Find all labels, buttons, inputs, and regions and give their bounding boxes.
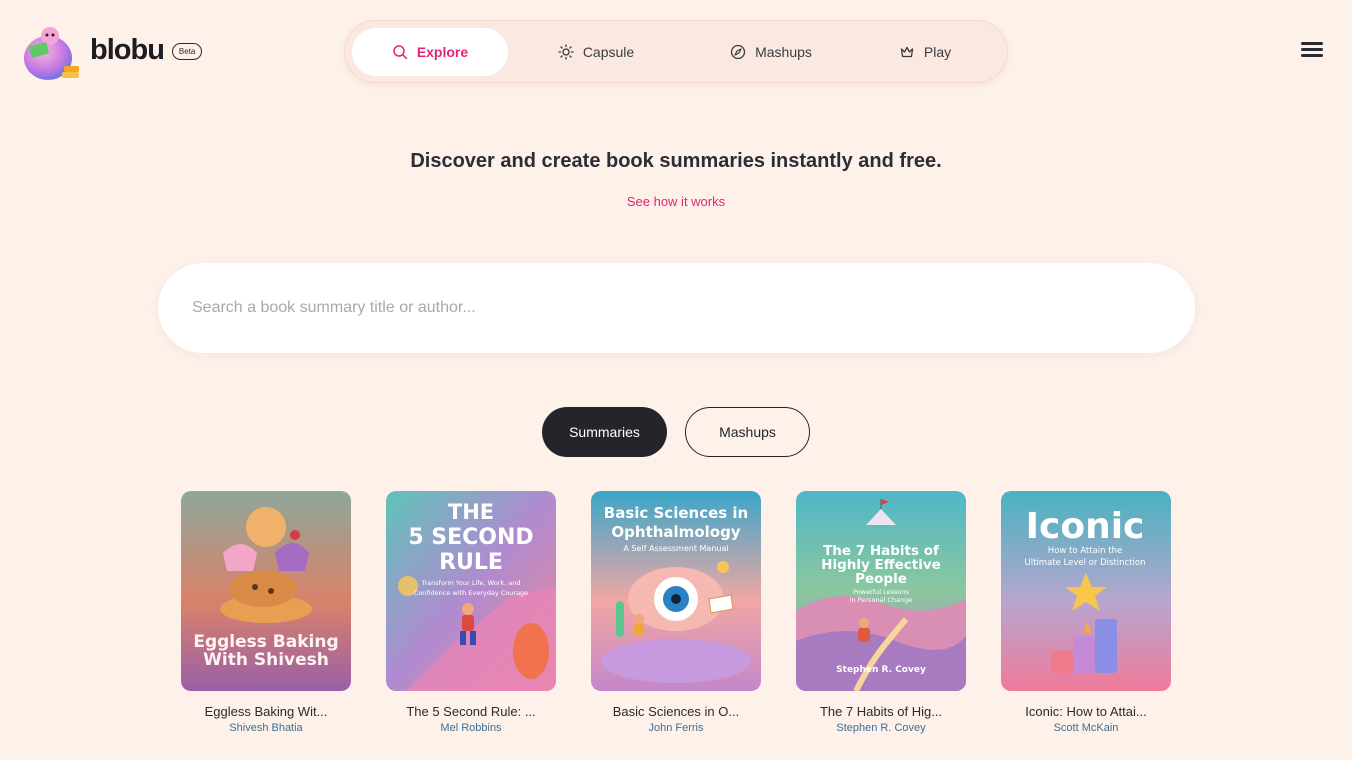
crown-icon	[900, 46, 914, 57]
nav-tab-label: Play	[923, 43, 952, 60]
book-cover: Eggless Baking With Shivesh	[181, 491, 351, 691]
cover-subtitle: Ultimate Level or Distinction	[1025, 558, 1146, 568]
book-title: Iconic: How to Attai...	[1025, 704, 1147, 719]
book-card[interactable]: Iconic How to Attain the Ultimate Level …	[1001, 491, 1171, 734]
nav-tab-label: Explore	[416, 43, 469, 60]
logo[interactable]: blobu Beta	[20, 22, 203, 84]
header: blobu Beta Explore Capsule Mashups Play	[0, 0, 1352, 104]
blob-mascot-icon	[24, 27, 79, 80]
book-cover: THE 5 SECOND RULE Transform Your Life, W…	[386, 491, 556, 691]
book-title: The 7 Habits of Hig...	[819, 704, 943, 719]
main-nav: Explore Capsule Mashups Play	[344, 20, 1008, 83]
cover-title-line: Ophthalmology	[611, 523, 740, 541]
cover-subtitle: Powerful Lessons	[853, 588, 909, 596]
book-cover: The 7 Habits of Highly Effective People …	[796, 491, 966, 691]
cover-title-line: With Shivesh	[203, 650, 329, 670]
cover-author: Stephen R. Covey	[836, 665, 926, 675]
cover-subtitle: Transform Your Life, Work, and	[420, 579, 520, 587]
see-how-it-works-link[interactable]: See how it works	[627, 194, 725, 209]
cover-title-line: RULE	[439, 550, 503, 575]
book-author: Stephen R. Covey	[836, 722, 926, 734]
summaries-toggle-button[interactable]: Summaries	[542, 407, 667, 457]
nav-tab-capsule[interactable]: Capsule	[508, 28, 684, 76]
nav-tab-play[interactable]: Play	[858, 28, 992, 76]
cover-title-line: Iconic	[1026, 506, 1145, 547]
nav-tab-label: Mashups	[755, 43, 812, 60]
search-icon	[393, 44, 408, 59]
book-cover: Iconic How to Attain the Ultimate Level …	[1001, 491, 1171, 691]
book-card[interactable]: The 7 Habits of Highly Effective People …	[796, 491, 966, 734]
book-title: Basic Sciences in O...	[612, 704, 740, 719]
book-card[interactable]: THE 5 SECOND RULE Transform Your Life, W…	[386, 491, 556, 734]
nav-tab-label: Capsule	[582, 43, 635, 60]
cover-subtitle: How to Attain the	[1048, 546, 1122, 556]
book-author: John Ferris	[648, 722, 704, 734]
cover-title-line: THE	[448, 500, 494, 524]
book-card[interactable]: Basic Sciences in Ophthalmology A Self A…	[591, 491, 761, 734]
page-headline: Discover and create book summaries insta…	[410, 150, 942, 172]
search-bar	[158, 263, 1195, 353]
beta-badge: Beta	[171, 42, 203, 60]
nav-tab-explore[interactable]: Explore	[352, 27, 508, 76]
how-it-works-container: See how it works	[0, 194, 1352, 209]
cover-subtitle: in Personal Change	[850, 596, 913, 604]
mashups-toggle-button[interactable]: Mashups	[685, 407, 810, 457]
sun-icon	[558, 43, 574, 60]
cover-subtitle: A Self Assessment Manual	[623, 544, 728, 553]
compass-icon	[730, 44, 746, 59]
book-author: Scott McKain	[1053, 722, 1119, 734]
nav-tab-mashups[interactable]: Mashups	[684, 28, 858, 76]
cover-title-line: Eggless Baking	[193, 632, 338, 652]
book-author: Shivesh Bhatia	[229, 722, 303, 734]
logo-text: blobu	[90, 33, 165, 66]
book-title: Eggless Baking Wit...	[204, 704, 328, 719]
book-title: The 5 Second Rule: ...	[406, 704, 536, 719]
cover-title-line: People	[855, 571, 907, 587]
cover-subtitle: Confidence with Everyday Courage	[414, 589, 528, 597]
cover-title-line: Basic Sciences in	[604, 504, 748, 522]
book-cover: Basic Sciences in Ophthalmology A Self A…	[591, 491, 761, 691]
book-author: Mel Robbins	[440, 722, 502, 734]
cover-title-line: 5 SECOND	[408, 525, 533, 550]
book-card[interactable]: Eggless Baking With Shivesh Eggless Baki…	[181, 491, 351, 734]
search-input[interactable]	[192, 263, 1152, 353]
hamburger-menu-icon[interactable]	[1301, 42, 1323, 60]
